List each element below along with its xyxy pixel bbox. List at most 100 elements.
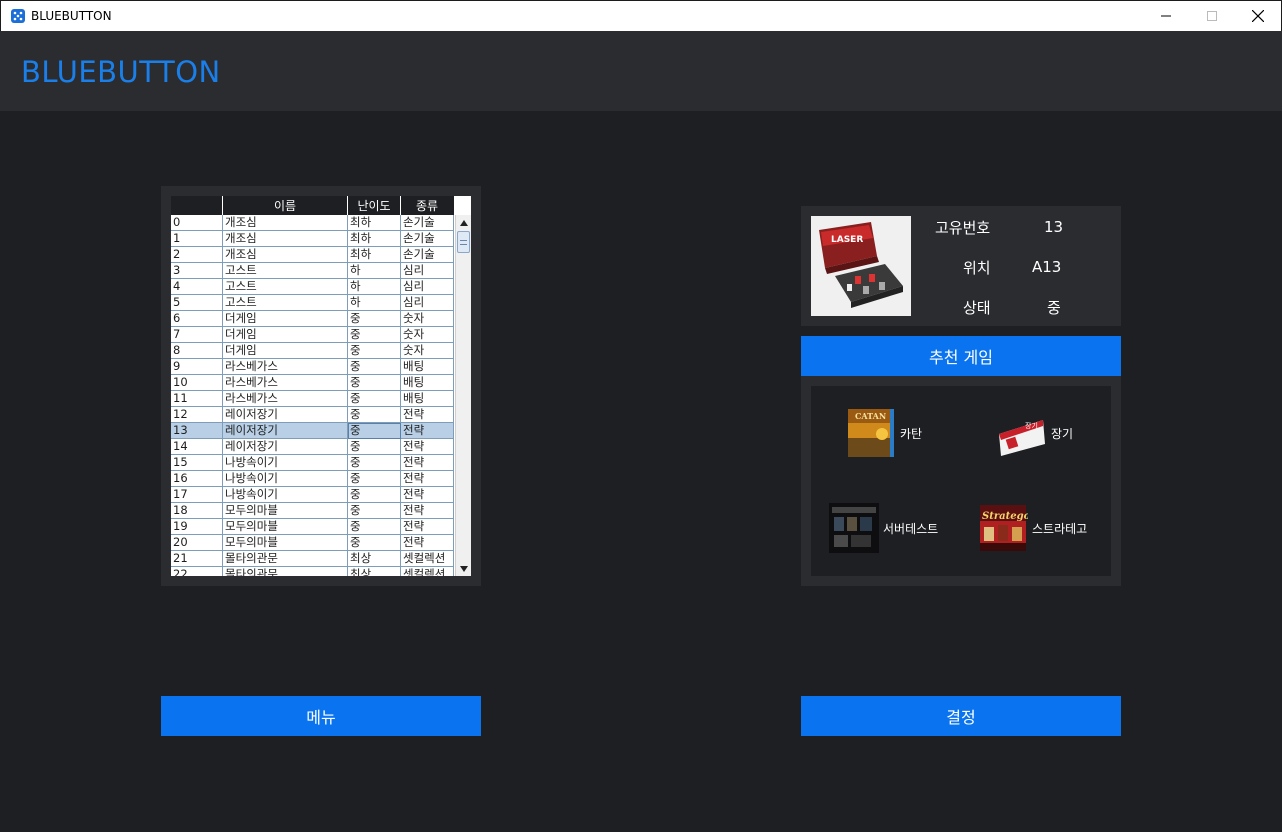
cell-difficulty[interactable]: 중 [348, 471, 401, 487]
table-row[interactable]: 4 고스트 하 심리 [171, 279, 455, 295]
cell-index[interactable]: 22 [171, 567, 223, 576]
cell-name[interactable]: 더게임 [223, 311, 348, 327]
cell-index[interactable]: 11 [171, 391, 223, 407]
cell-type[interactable]: 배팅 [401, 359, 454, 375]
cell-name[interactable]: 나방속이기 [223, 471, 348, 487]
cell-difficulty[interactable]: 중 [348, 487, 401, 503]
minimize-button[interactable] [1143, 1, 1189, 31]
close-button[interactable] [1235, 1, 1281, 31]
cell-name[interactable]: 고스트 [223, 263, 348, 279]
cell-name[interactable]: 개조심 [223, 247, 348, 263]
cell-type[interactable]: 손기술 [401, 231, 454, 247]
menu-button[interactable]: 메뉴 [161, 696, 481, 736]
cell-type[interactable]: 심리 [401, 295, 454, 311]
table-row[interactable]: 16 나방속이기 중 전략 [171, 471, 455, 487]
cell-difficulty[interactable]: 최상 [348, 567, 401, 576]
cell-difficulty[interactable]: 중 [348, 439, 401, 455]
table-row[interactable]: 1 개조심 최하 손기술 [171, 231, 455, 247]
cell-name[interactable]: 나방속이기 [223, 455, 348, 471]
cell-difficulty[interactable]: 최하 [348, 231, 401, 247]
cell-difficulty[interactable]: 최하 [348, 247, 401, 263]
cell-type[interactable]: 전략 [401, 487, 454, 503]
cell-index[interactable]: 9 [171, 359, 223, 375]
cell-name[interactable]: 모두의마블 [223, 535, 348, 551]
cell-difficulty[interactable]: 중 [348, 423, 401, 439]
cell-index[interactable]: 6 [171, 311, 223, 327]
cell-name[interactable]: 레이저장기 [223, 407, 348, 423]
cell-difficulty[interactable]: 중 [348, 503, 401, 519]
cell-index[interactable]: 5 [171, 295, 223, 311]
cell-type[interactable]: 심리 [401, 279, 454, 295]
cell-difficulty[interactable]: 중 [348, 311, 401, 327]
cell-type[interactable]: 배팅 [401, 375, 454, 391]
cell-name[interactable]: 고스트 [223, 279, 348, 295]
cell-name[interactable]: 모두의마블 [223, 503, 348, 519]
cell-difficulty[interactable]: 중 [348, 343, 401, 359]
table-row[interactable]: 3 고스트 하 심리 [171, 263, 455, 279]
table-row[interactable]: 17 나방속이기 중 전략 [171, 487, 455, 503]
table-row[interactable]: 20 모두의마블 중 전략 [171, 535, 455, 551]
cell-name[interactable]: 고스트 [223, 295, 348, 311]
table-row[interactable]: 21 몰타의관문 최상 셋컬렉션 [171, 551, 455, 567]
column-header-type[interactable]: 종류 [401, 196, 454, 215]
table-row[interactable]: 0 개조심 최하 손기술 [171, 215, 455, 231]
cell-index[interactable]: 13 [171, 423, 223, 439]
cell-index[interactable]: 8 [171, 343, 223, 359]
table-row[interactable]: 8 더게임 중 숫자 [171, 343, 455, 359]
cell-type[interactable]: 숫자 [401, 327, 454, 343]
table-scrollbar[interactable] [455, 215, 471, 576]
cell-difficulty[interactable]: 하 [348, 279, 401, 295]
cell-name[interactable]: 더게임 [223, 327, 348, 343]
recommend-item-server-test[interactable]: 서버테스트 [829, 503, 938, 553]
table-row[interactable]: 15 나방속이기 중 전략 [171, 455, 455, 471]
scroll-down-button[interactable] [456, 561, 471, 576]
cell-index[interactable]: 16 [171, 471, 223, 487]
cell-name[interactable]: 라스베가스 [223, 391, 348, 407]
cell-type[interactable]: 배팅 [401, 391, 454, 407]
recommend-item-stratego[interactable]: Stratego 스트라테고 [978, 503, 1087, 553]
cell-name[interactable]: 모두의마블 [223, 519, 348, 535]
column-header-difficulty[interactable]: 난이도 [348, 196, 401, 215]
cell-index[interactable]: 18 [171, 503, 223, 519]
table-row[interactable]: 14 레이저장기 중 전략 [171, 439, 455, 455]
table-row[interactable]: 18 모두의마블 중 전략 [171, 503, 455, 519]
cell-difficulty[interactable]: 중 [348, 327, 401, 343]
cell-type[interactable]: 전략 [401, 471, 454, 487]
recommend-item-janggi[interactable]: 장기 장기 [997, 408, 1073, 458]
cell-type[interactable]: 전략 [401, 519, 454, 535]
cell-index[interactable]: 12 [171, 407, 223, 423]
cell-type[interactable]: 전략 [401, 439, 454, 455]
cell-name[interactable]: 라스베가스 [223, 375, 348, 391]
cell-type[interactable]: 셋컬렉션 [401, 551, 454, 567]
table-row[interactable]: 11 라스베가스 중 배팅 [171, 391, 455, 407]
cell-type[interactable]: 전략 [401, 503, 454, 519]
table-row[interactable]: 13 레이저장기 중 전략 [171, 423, 455, 439]
cell-index[interactable]: 20 [171, 535, 223, 551]
cell-index[interactable]: 17 [171, 487, 223, 503]
cell-name[interactable]: 라스베가스 [223, 359, 348, 375]
table-row[interactable]: 22 몰타의관문 최상 셋컬렉션 [171, 567, 455, 576]
column-header-index[interactable] [171, 196, 223, 215]
cell-index[interactable]: 7 [171, 327, 223, 343]
table-row[interactable]: 10 라스베가스 중 배팅 [171, 375, 455, 391]
cell-difficulty[interactable]: 중 [348, 455, 401, 471]
cell-type[interactable]: 심리 [401, 263, 454, 279]
cell-difficulty[interactable]: 중 [348, 375, 401, 391]
cell-difficulty[interactable]: 중 [348, 391, 401, 407]
cell-type[interactable]: 손기술 [401, 247, 454, 263]
cell-name[interactable]: 개조심 [223, 231, 348, 247]
cell-index[interactable]: 15 [171, 455, 223, 471]
cell-type[interactable]: 전략 [401, 423, 454, 439]
cell-index[interactable]: 19 [171, 519, 223, 535]
cell-index[interactable]: 4 [171, 279, 223, 295]
maximize-button[interactable] [1189, 1, 1235, 31]
cell-type[interactable]: 전략 [401, 535, 454, 551]
cell-index[interactable]: 0 [171, 215, 223, 231]
cell-difficulty[interactable]: 중 [348, 407, 401, 423]
cell-type[interactable]: 숫자 [401, 343, 454, 359]
column-header-name[interactable]: 이름 [223, 196, 348, 215]
scroll-thumb[interactable] [457, 231, 470, 253]
cell-type[interactable]: 셋컬렉션 [401, 567, 454, 576]
recommend-item-catan[interactable]: CATAN 카탄 [846, 408, 922, 458]
table-row[interactable]: 5 고스트 하 심리 [171, 295, 455, 311]
